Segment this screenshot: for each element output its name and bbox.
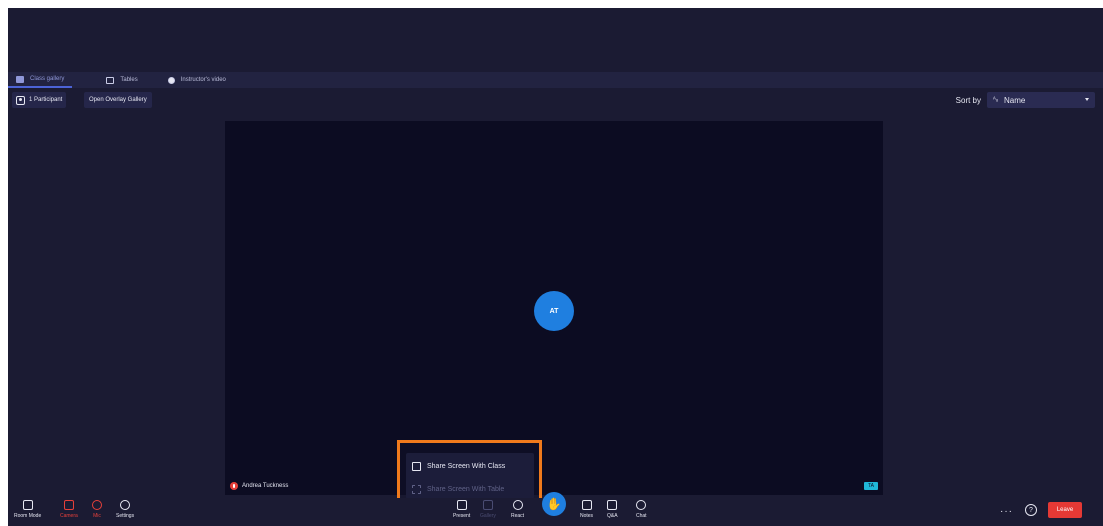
participant-name: Andrea Tuckness bbox=[242, 483, 289, 489]
tab-class-gallery[interactable]: Class gallery bbox=[8, 72, 73, 88]
mic-button[interactable]: Mic bbox=[92, 500, 102, 519]
present-button[interactable]: Present bbox=[453, 500, 470, 519]
share-screen-with-class-item[interactable]: Share Screen With Class bbox=[406, 456, 534, 476]
control-label: Notes bbox=[580, 513, 594, 519]
control-label: Mic bbox=[93, 513, 101, 519]
share-screen-icon bbox=[412, 461, 421, 471]
gallery-toolbar: 1 Participant Open Overlay Gallery Sort … bbox=[8, 92, 1103, 110]
hand-icon: ✋ bbox=[546, 497, 562, 511]
share-screen-icon bbox=[412, 484, 421, 494]
mic-muted-icon bbox=[230, 482, 238, 490]
gallery-icon bbox=[482, 500, 493, 510]
sort-value: Name bbox=[1004, 95, 1026, 105]
sort-label: Sort by bbox=[955, 95, 981, 105]
react-button[interactable]: React bbox=[511, 500, 524, 519]
avatar: AT bbox=[534, 291, 574, 331]
mic-off-icon bbox=[92, 500, 102, 510]
camera-button[interactable]: Camera bbox=[60, 500, 78, 519]
participants-button[interactable]: 1 Participant bbox=[12, 92, 67, 108]
smile-icon bbox=[512, 500, 523, 510]
participant-icon bbox=[16, 95, 25, 105]
raise-hand-button[interactable]: ✋ bbox=[542, 492, 566, 516]
participants-label: 1 Participant bbox=[29, 97, 63, 103]
video-icon bbox=[167, 76, 175, 84]
chat-button[interactable]: Chat bbox=[636, 500, 647, 519]
tables-icon bbox=[106, 76, 115, 84]
notes-button[interactable]: Notes bbox=[580, 500, 593, 519]
gear-icon bbox=[120, 500, 131, 510]
control-label: Present bbox=[453, 513, 471, 519]
room-mode-icon bbox=[22, 500, 33, 510]
chat-icon bbox=[636, 500, 647, 510]
room-mode-button[interactable]: Room Mode bbox=[14, 500, 41, 519]
control-bar: Room Mode Camera Mic Settings Present Ga… bbox=[8, 492, 1103, 526]
meeting-window: Class gallery Tables Instructor's video … bbox=[8, 8, 1103, 526]
share-screen-with-table-item[interactable]: Share Screen With Table bbox=[406, 479, 534, 499]
more-options-icon[interactable]: ··· bbox=[1000, 506, 1013, 517]
participant-name-tag: Andrea Tuckness bbox=[230, 482, 288, 490]
gallery-icon bbox=[16, 75, 24, 83]
present-icon bbox=[456, 500, 467, 510]
menu-item-label: Share Screen With Class bbox=[427, 462, 506, 470]
sort-alpha-icon: ᴬᵤ bbox=[993, 97, 999, 103]
camera-off-icon bbox=[63, 500, 74, 510]
sort-control: Sort by ᴬᵤ Name bbox=[956, 92, 1095, 108]
help-icon[interactable]: ? bbox=[1025, 504, 1037, 516]
notes-icon bbox=[581, 500, 592, 510]
tab-label: Instructor's video bbox=[180, 77, 226, 83]
open-overlay-gallery-button[interactable]: Open Overlay Gallery bbox=[84, 92, 152, 108]
leave-button[interactable]: Leave bbox=[1048, 502, 1082, 518]
view-tabs: Class gallery Tables Instructor's video bbox=[8, 72, 1103, 88]
menu-item-label: Share Screen With Table bbox=[427, 485, 505, 493]
control-label: Q&A bbox=[607, 513, 618, 519]
qa-icon bbox=[607, 500, 618, 510]
control-label: Room Mode bbox=[14, 513, 42, 519]
status-badge: TA bbox=[864, 482, 878, 490]
tab-label: Tables bbox=[120, 77, 138, 83]
control-label: Gallery bbox=[480, 513, 496, 519]
control-label: Camera bbox=[60, 513, 78, 519]
control-label: Chat bbox=[636, 513, 647, 519]
tab-instructors-video[interactable]: Instructor's video bbox=[160, 72, 234, 88]
chevron-down-icon bbox=[1085, 98, 1089, 101]
control-label: React bbox=[511, 513, 525, 519]
tab-tables[interactable]: Tables bbox=[98, 72, 145, 88]
tab-label: Class gallery bbox=[30, 76, 65, 82]
settings-button[interactable]: Settings bbox=[116, 500, 134, 519]
video-stage: AT Andrea Tuckness TA bbox=[225, 121, 883, 495]
control-label: Settings bbox=[116, 513, 135, 519]
gallery-button[interactable]: Gallery bbox=[480, 500, 496, 519]
header-band bbox=[8, 8, 1103, 72]
qa-button[interactable]: Q&A bbox=[607, 500, 618, 519]
share-screen-menu: Share Screen With Class Share Screen Wit… bbox=[406, 453, 534, 499]
sort-select[interactable]: ᴬᵤ Name bbox=[987, 92, 1095, 108]
